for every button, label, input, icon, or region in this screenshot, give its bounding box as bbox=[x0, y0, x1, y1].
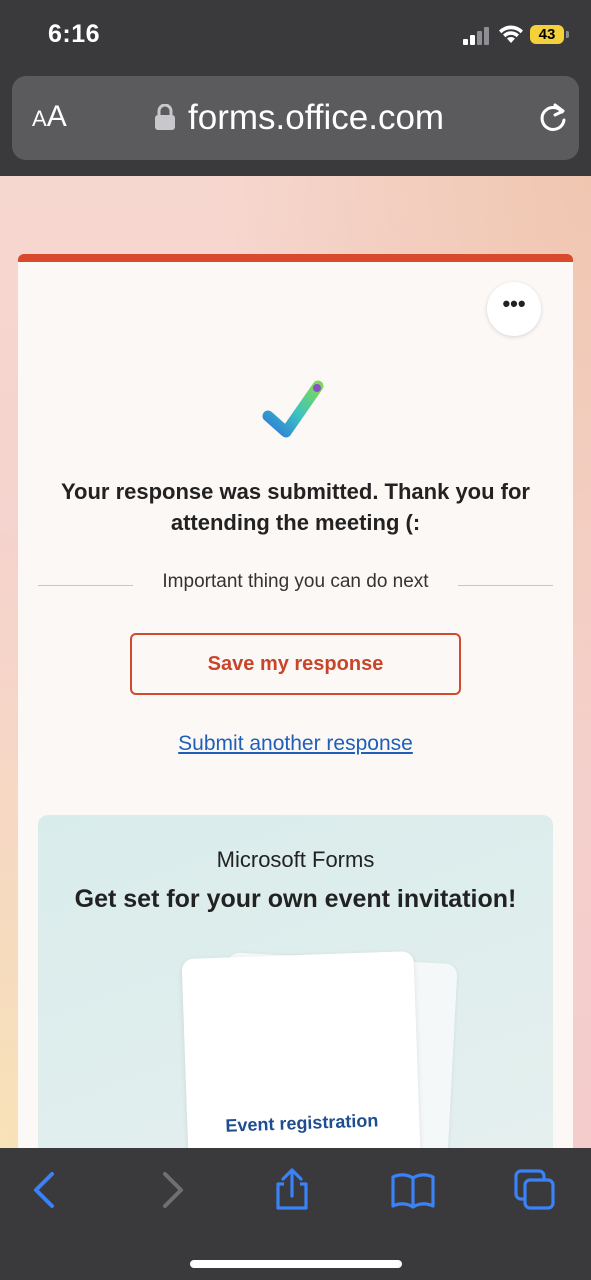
url-text: forms.office.com bbox=[188, 98, 445, 137]
confirmation-message: Your response was submitted. Thank you f… bbox=[60, 479, 530, 535]
share-icon[interactable] bbox=[270, 1168, 314, 1212]
browser-toolbar bbox=[0, 1148, 591, 1280]
promo-panel: Microsoft Forms Get set for your own eve… bbox=[38, 815, 553, 1148]
invite-card-label: Event registration bbox=[225, 1110, 379, 1136]
lock-icon bbox=[155, 104, 175, 130]
text-size-large-a: A bbox=[46, 100, 67, 133]
page-content: ••• Your response was submitted. Thank y… bbox=[0, 176, 591, 1148]
more-options-button[interactable]: ••• bbox=[487, 282, 541, 336]
divider-right bbox=[458, 585, 553, 586]
divider-left bbox=[38, 585, 133, 586]
checkmark-icon bbox=[262, 380, 324, 438]
promo-title: Get set for your own event invitation! bbox=[74, 885, 517, 913]
status-bar: 6:16 43 bbox=[0, 0, 591, 70]
submit-another-link[interactable]: Submit another response bbox=[118, 732, 473, 756]
forward-icon[interactable] bbox=[151, 1168, 195, 1212]
invite-card: Event registration bbox=[181, 951, 423, 1148]
text-size-small-a: A bbox=[32, 106, 47, 131]
back-icon[interactable] bbox=[24, 1168, 68, 1212]
text-size-button[interactable]: AA bbox=[32, 100, 67, 134]
wifi-icon bbox=[499, 25, 523, 43]
next-steps-label: Important thing you can do next bbox=[162, 571, 429, 592]
battery-indicator: 43 bbox=[530, 25, 569, 44]
signal-icon bbox=[463, 27, 489, 45]
tabs-icon[interactable] bbox=[513, 1168, 557, 1212]
save-response-button[interactable]: Save my response bbox=[130, 633, 461, 695]
status-time: 6:16 bbox=[48, 20, 101, 48]
browser-header: AA forms.office.com bbox=[0, 70, 591, 176]
reload-icon[interactable] bbox=[535, 100, 571, 136]
bookmarks-icon[interactable] bbox=[391, 1168, 435, 1212]
promo-brand: Microsoft Forms bbox=[216, 847, 375, 872]
home-indicator bbox=[190, 1260, 402, 1268]
confirmation-card: ••• Your response was submitted. Thank y… bbox=[18, 254, 573, 1148]
address-bar[interactable]: AA forms.office.com bbox=[12, 76, 579, 160]
